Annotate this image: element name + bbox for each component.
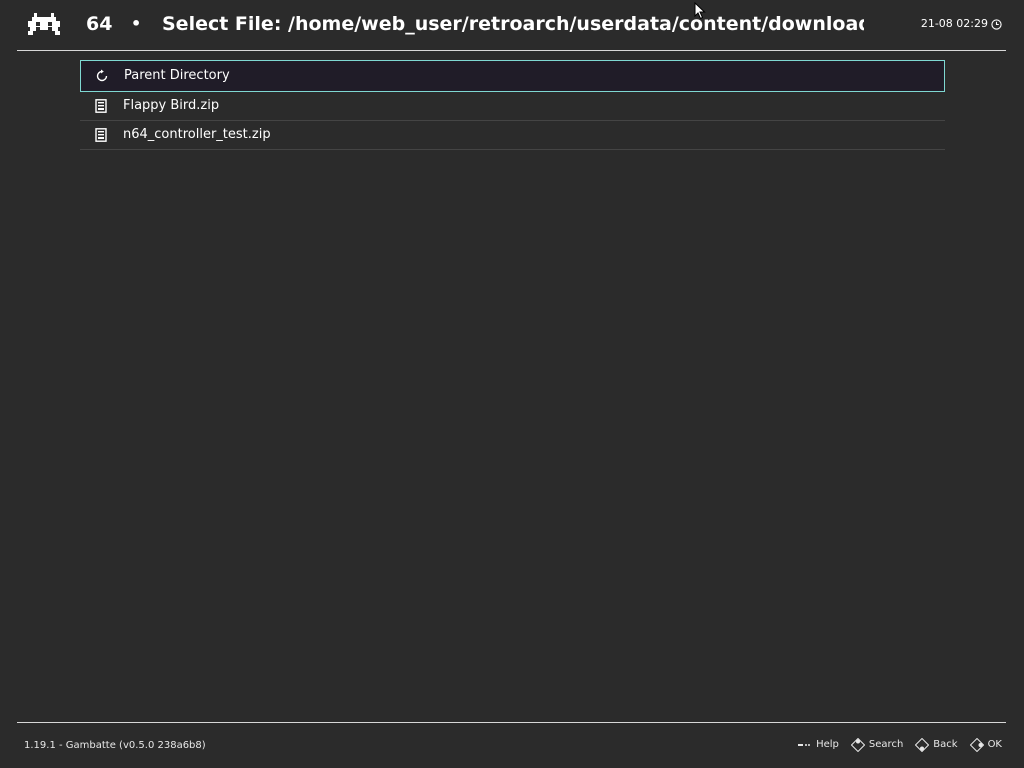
core-version-label: 1.19.1 - Gambatte (v0.5.0 238a6b8)	[24, 740, 206, 751]
ok-button[interactable]: OK	[969, 738, 1002, 752]
back-label: Back	[933, 739, 958, 750]
list-item-label: Parent Directory	[124, 68, 230, 83]
retroarch-logo-icon	[28, 13, 60, 35]
clock: 21-08 02:29	[921, 16, 1002, 32]
clock-icon	[991, 18, 1002, 30]
help-label: Help	[816, 739, 839, 750]
header-divider	[17, 50, 1006, 51]
core-name: 64	[86, 13, 113, 35]
ok-label: OK	[987, 739, 1002, 750]
help-button[interactable]: Help	[798, 738, 839, 752]
footer-divider	[17, 722, 1006, 723]
header-separator: •	[131, 14, 142, 33]
list-item-label: Flappy Bird.zip	[123, 98, 220, 113]
footer-actions: Help Search Back OK	[798, 738, 1002, 752]
list-item-file[interactable]: n64_controller_test.zip	[80, 121, 945, 150]
select-button-icon	[798, 744, 811, 746]
file-list: Parent Directory Flappy Bird.zip n64_con…	[80, 60, 945, 150]
search-label: Search	[868, 739, 904, 750]
list-item-parent-directory[interactable]: Parent Directory	[80, 60, 945, 92]
back-button[interactable]: Back	[915, 738, 958, 752]
parent-directory-icon	[96, 69, 108, 82]
file-icon	[95, 128, 107, 142]
list-item-file[interactable]: Flappy Bird.zip	[80, 92, 945, 121]
file-icon	[95, 99, 107, 113]
list-item-label: n64_controller_test.zip	[123, 127, 271, 142]
clock-text: 21-08 02:29	[920, 17, 988, 30]
header-bar: 64 • Select File: /home/web_user/retroar…	[0, 0, 1024, 50]
gamepad-button-bottom-icon	[915, 738, 930, 752]
search-button[interactable]: Search	[850, 738, 904, 752]
gamepad-button-right-icon	[969, 738, 984, 752]
page-title: Select File: /home/web_user/retroarch/us…	[162, 13, 864, 35]
mouse-cursor-icon	[694, 2, 706, 20]
retroarch-window: 64 • Select File: /home/web_user/retroar…	[0, 0, 1024, 768]
gamepad-button-top-icon	[850, 738, 865, 752]
